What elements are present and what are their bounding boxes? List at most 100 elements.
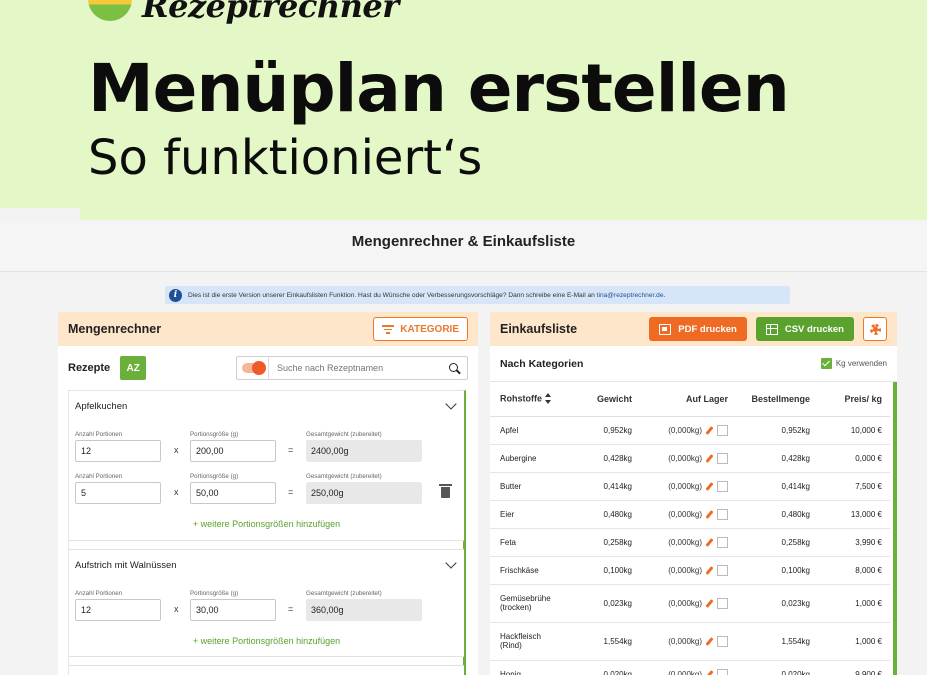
kg-toggle[interactable]: Kg verwenden bbox=[820, 358, 887, 369]
sort-az-button[interactable]: AZ bbox=[120, 356, 147, 380]
hero-step-corner bbox=[0, 208, 80, 222]
gesamt-label: Gesamtgewicht (zubereitet) bbox=[306, 590, 382, 597]
gesamt-value: 250,00g bbox=[306, 482, 422, 504]
bestellmenge-value: 0,020kg bbox=[736, 660, 818, 675]
search-toggle[interactable] bbox=[237, 357, 269, 379]
search-input[interactable] bbox=[269, 363, 443, 373]
trash-icon[interactable] bbox=[439, 484, 452, 498]
lager-group: (0,000kg) bbox=[648, 668, 728, 675]
col-bestellmenge: Bestellmenge bbox=[736, 382, 818, 417]
search-icon[interactable] bbox=[443, 357, 467, 379]
preis-value: 13,000 € bbox=[818, 500, 890, 529]
groesse-input[interactable]: 50,00 bbox=[190, 482, 276, 504]
settings-button[interactable] bbox=[863, 317, 887, 341]
anzahl-input[interactable]: 12 bbox=[75, 440, 161, 462]
pdf-icon bbox=[659, 323, 672, 335]
table-row: Frischkäse 0,100kg (0,000kg) 0,100kg 8,000 € bbox=[490, 556, 890, 585]
lager-checkbox[interactable] bbox=[717, 635, 728, 647]
pencil-icon[interactable] bbox=[705, 598, 714, 608]
sort-icon[interactable] bbox=[544, 392, 552, 405]
recipe-header[interactable]: Aufstrich mit Walnüssen bbox=[69, 550, 464, 580]
rezepte-label: Rezepte bbox=[68, 362, 111, 374]
gewicht-value: 0,020kg bbox=[570, 660, 640, 675]
recipe-name: Apfelkuchen bbox=[75, 400, 128, 412]
info-email-link[interactable]: tina@rezeptrechner.de bbox=[597, 292, 664, 299]
lager-checkbox[interactable] bbox=[717, 536, 728, 548]
add-portion-link[interactable]: + weitere Portionsgrößen hinzufügen bbox=[69, 636, 464, 646]
lager-value: (0,000kg) bbox=[668, 537, 702, 547]
gesamt-value: 360,00g bbox=[306, 599, 422, 621]
anzahl-input[interactable]: 12 bbox=[75, 599, 161, 621]
multiply-sign: x bbox=[174, 604, 179, 614]
rohstoff-name: Aubergine bbox=[490, 444, 570, 473]
groesse-label: Portionsgröße (g) bbox=[190, 590, 239, 597]
lager-checkbox[interactable] bbox=[717, 508, 728, 520]
kategorie-button[interactable]: KATEGORIE bbox=[373, 317, 468, 341]
pencil-icon[interactable] bbox=[705, 425, 714, 435]
lager-group: (0,000kg) bbox=[648, 536, 728, 548]
lager-checkbox[interactable] bbox=[717, 668, 728, 675]
logo: Rezeptrechner bbox=[88, 0, 399, 26]
info-bar: i Dies ist die erste Version unserer Ein… bbox=[165, 286, 790, 304]
preis-value: 3,990 € bbox=[818, 528, 890, 557]
lager-group: (0,000kg) bbox=[648, 424, 728, 436]
rohstoff-name: Apfel bbox=[490, 416, 570, 445]
einkaufsliste-header: Einkaufsliste PDF drucken CSV drucken bbox=[490, 312, 897, 346]
mengenrechner-header: Mengenrechner KATEGORIE bbox=[58, 312, 478, 346]
pencil-icon[interactable] bbox=[705, 669, 714, 675]
gewicht-value: 0,258kg bbox=[570, 528, 640, 557]
csv-print-button[interactable]: CSV drucken bbox=[755, 317, 854, 341]
multiply-sign: x bbox=[174, 487, 179, 497]
groesse-input[interactable]: 200,00 bbox=[190, 440, 276, 462]
chevron-down-icon[interactable] bbox=[445, 557, 457, 569]
lager-checkbox[interactable] bbox=[717, 452, 728, 464]
recipe-header[interactable]: Apfelkuchen bbox=[69, 391, 464, 421]
bestellmenge-value: 0,258kg bbox=[736, 528, 818, 557]
lager-checkbox[interactable] bbox=[717, 480, 728, 492]
lager-group: (0,000kg) bbox=[648, 452, 728, 464]
search-box bbox=[236, 356, 468, 380]
chevron-down-icon[interactable] bbox=[445, 398, 457, 410]
groesse-label: Portionsgröße (g) bbox=[190, 473, 239, 480]
table-row: Hackfleisch (Rind) 1,554kg (0,000kg) 1,554k… bbox=[490, 622, 890, 661]
anzahl-input[interactable]: 5 bbox=[75, 482, 161, 504]
export-actions: PDF drucken CSV drucken bbox=[649, 317, 887, 341]
hero-subtitle: So funktioniert‘s bbox=[88, 130, 483, 186]
pencil-icon[interactable] bbox=[705, 537, 714, 547]
anzahl-label: Anzahl Portionen bbox=[75, 473, 123, 480]
bestellmenge-value: 0,100kg bbox=[736, 556, 818, 585]
bestellmenge-value: 0,414kg bbox=[736, 472, 818, 501]
pencil-icon[interactable] bbox=[705, 636, 714, 646]
pencil-icon[interactable] bbox=[705, 565, 714, 575]
kg-checkbox[interactable] bbox=[820, 358, 832, 369]
groesse-input[interactable]: 30,00 bbox=[190, 599, 276, 621]
lager-value: (0,000kg) bbox=[668, 509, 702, 519]
lager-group: (0,000kg) bbox=[648, 480, 728, 492]
pencil-icon[interactable] bbox=[705, 453, 714, 463]
portion-row: Anzahl Portionen 5 x Portionsgröße (g) 5… bbox=[75, 473, 455, 513]
add-portion-link[interactable]: + weitere Portionsgrößen hinzufügen bbox=[69, 519, 464, 529]
recipe-card-partial[interactable] bbox=[69, 665, 464, 675]
shopping-table: Rohstoffe Gewicht Auf Lager Bestellmenge… bbox=[490, 382, 890, 675]
lager-checkbox[interactable] bbox=[717, 564, 728, 576]
multiply-sign: x bbox=[174, 445, 179, 455]
kg-label: Kg verwenden bbox=[835, 359, 887, 368]
einkaufsliste-panel: Einkaufsliste PDF drucken CSV drucken Na… bbox=[490, 312, 897, 675]
gear-icon bbox=[869, 323, 881, 335]
pdf-print-button[interactable]: PDF drucken bbox=[649, 317, 747, 341]
preis-value: 9,900 € bbox=[818, 660, 890, 675]
filter-icon bbox=[382, 324, 395, 334]
lager-checkbox[interactable] bbox=[717, 424, 728, 436]
col-rohstoffe[interactable]: Rohstoffe bbox=[490, 382, 570, 417]
col-preis: Preis/ kg bbox=[818, 382, 890, 417]
lager-value: (0,000kg) bbox=[668, 636, 702, 646]
lager-checkbox[interactable] bbox=[717, 597, 728, 609]
lager-group: (0,000kg) bbox=[648, 564, 728, 576]
gewicht-value: 0,480kg bbox=[570, 500, 640, 529]
pencil-icon[interactable] bbox=[705, 481, 714, 491]
pencil-icon[interactable] bbox=[705, 509, 714, 519]
pdf-label: PDF drucken bbox=[678, 323, 737, 335]
gesamt-label: Gesamtgewicht (zubereitet) bbox=[306, 431, 382, 438]
col-gewicht: Gewicht bbox=[570, 382, 640, 417]
lager-cell: (0,000kg) bbox=[640, 556, 736, 585]
